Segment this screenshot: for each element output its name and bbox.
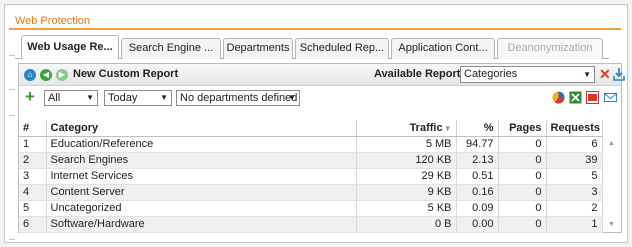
row-category: Education/Reference <box>46 136 357 153</box>
excel-icon[interactable] <box>569 91 582 104</box>
row-requests: 2 <box>546 200 603 217</box>
tab-deanonymization: Deanonymization <box>497 38 603 59</box>
row-percent: 0.09 <box>456 200 499 217</box>
table-row[interactable]: 5 Uncategorized 5 KB 0.09 0 2 <box>19 200 603 217</box>
chevron-down-icon: ▼ <box>86 93 94 102</box>
row-requests: 1 <box>546 216 603 233</box>
table-row[interactable]: 1 Education/Reference 5 MB 94.77 0 6 <box>19 136 603 153</box>
row-category: Internet Services <box>46 168 357 185</box>
divider-tick <box>9 115 15 116</box>
scope-value: All <box>48 92 61 104</box>
email-icon[interactable] <box>604 91 617 104</box>
column-header-requests[interactable]: Requests <box>546 120 603 137</box>
scroll-up-icon[interactable]: ▲ <box>608 140 615 147</box>
row-percent: 2.13 <box>456 152 499 169</box>
forward-icon[interactable]: ▶ <box>56 69 68 81</box>
row-number: 5 <box>19 200 47 217</box>
sort-desc-icon: ▼ <box>443 123 452 133</box>
column-header-traffic[interactable]: Traffic▼ <box>356 120 457 137</box>
row-requests: 6 <box>546 136 603 153</box>
row-number: 6 <box>19 216 47 233</box>
categories-table: # Category Traffic▼ % Pages Requests 1 E… <box>19 120 603 233</box>
chevron-down-icon: ▼ <box>583 70 591 79</box>
scope-dropdown[interactable]: All ▼ <box>44 90 98 106</box>
row-percent: 0.16 <box>456 184 499 201</box>
row-traffic: 0 B <box>356 216 457 233</box>
divider-tick <box>9 89 15 90</box>
available-reports-select[interactable]: Categories ▼ <box>460 66 595 83</box>
report-tabs: Web Usage Re... Search Engine ... Depart… <box>9 35 625 59</box>
report-title: New Custom Report <box>73 68 179 80</box>
row-percent: 94.77 <box>456 136 499 153</box>
close-icon[interactable]: ✕ <box>599 66 611 82</box>
tab-application-control[interactable]: Application Cont... <box>391 38 495 59</box>
period-dropdown[interactable]: Today ▼ <box>104 90 172 106</box>
period-value: Today <box>108 92 138 104</box>
row-traffic: 9 KB <box>356 184 457 201</box>
filter-bar: + All ▼ Today ▼ No departments defined ▼ <box>19 86 621 110</box>
row-number: 3 <box>19 168 47 185</box>
row-percent: 0.51 <box>456 168 499 185</box>
row-number: 4 <box>19 184 47 201</box>
tab-departments[interactable]: Departments <box>223 38 293 59</box>
column-header-number[interactable]: # <box>19 120 47 137</box>
row-traffic: 120 KB <box>356 152 457 169</box>
departments-value: No departments defined <box>180 92 298 104</box>
panel-title: Web Protection <box>15 15 91 27</box>
table-row[interactable]: 4 Content Server 9 KB 0.16 0 3 <box>19 184 603 201</box>
divider-tick <box>9 239 15 240</box>
table-row[interactable]: 6 Software/Hardware 0 B 0.00 0 1 <box>19 216 603 233</box>
report-container: ⌂ ◀ ▶ New Custom Report Available Report… <box>18 63 625 233</box>
table-row[interactable]: 2 Search Engines 120 KB 2.13 0 39 <box>19 152 603 169</box>
row-pages: 0 <box>498 168 547 185</box>
add-icon[interactable]: + <box>25 88 35 106</box>
row-requests: 39 <box>546 152 603 169</box>
row-pages: 0 <box>498 136 547 153</box>
row-category: Uncategorized <box>46 200 357 217</box>
row-traffic: 5 MB <box>356 136 457 153</box>
row-pages: 0 <box>498 152 547 169</box>
scroll-down-icon[interactable]: ▼ <box>608 221 615 228</box>
table-header-row: # Category Traffic▼ % Pages Requests <box>19 120 603 137</box>
home-icon[interactable]: ⌂ <box>24 69 36 81</box>
tab-search-engine[interactable]: Search Engine ... <box>121 38 221 59</box>
chevron-down-icon: ▼ <box>288 93 296 102</box>
row-number: 1 <box>19 136 47 153</box>
pie-chart-icon[interactable] <box>552 91 565 104</box>
row-pages: 0 <box>498 216 547 233</box>
tab-web-usage-reports[interactable]: Web Usage Re... <box>21 35 119 59</box>
row-traffic: 29 KB <box>356 168 457 185</box>
column-header-pages[interactable]: Pages <box>498 120 547 137</box>
column-header-percent[interactable]: % <box>456 120 499 137</box>
table-row[interactable]: 3 Internet Services 29 KB 0.51 0 5 <box>19 168 603 185</box>
departments-dropdown[interactable]: No departments defined ▼ <box>176 90 300 106</box>
available-reports-value: Categories <box>464 68 518 80</box>
chevron-down-icon: ▼ <box>160 93 168 102</box>
web-protection-panel: Web Protection Web Usage Re... Search En… <box>4 4 628 243</box>
row-number: 2 <box>19 152 47 169</box>
row-category: Content Server <box>46 184 357 201</box>
row-percent: 0.00 <box>456 216 499 233</box>
panel-title-underline <box>9 28 621 30</box>
row-pages: 0 <box>498 200 547 217</box>
tab-scheduled-reports[interactable]: Scheduled Rep... <box>295 38 389 59</box>
row-pages: 0 <box>498 184 547 201</box>
row-traffic: 5 KB <box>356 200 457 217</box>
back-icon[interactable]: ◀ <box>40 69 52 81</box>
report-table: # Category Traffic▼ % Pages Requests 1 E… <box>19 120 621 233</box>
column-header-category[interactable]: Category <box>46 120 357 137</box>
row-requests: 3 <box>546 184 603 201</box>
row-category: Software/Hardware <box>46 216 357 233</box>
row-category: Search Engines <box>46 152 357 169</box>
traffic-header-label: Traffic <box>409 121 443 134</box>
available-reports-label: Available Reports: <box>374 68 471 80</box>
download-icon[interactable] <box>613 67 625 81</box>
report-header: ⌂ ◀ ▶ New Custom Report Available Report… <box>19 64 625 86</box>
pdf-icon[interactable] <box>586 91 599 104</box>
row-requests: 5 <box>546 168 603 185</box>
